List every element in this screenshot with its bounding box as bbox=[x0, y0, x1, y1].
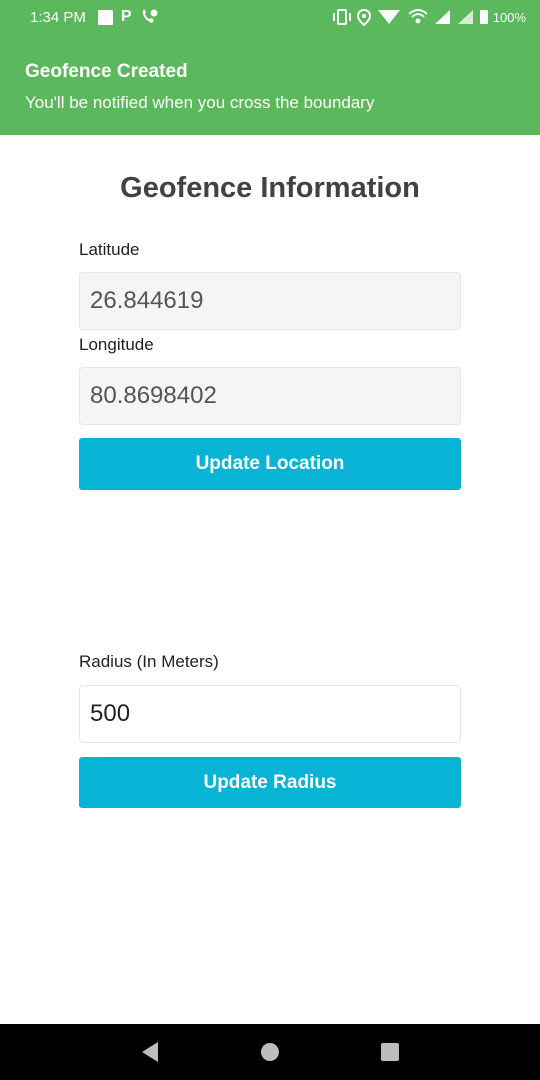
data-arrows-icon bbox=[407, 8, 429, 26]
square-notification-icon bbox=[97, 9, 113, 25]
status-left-icons: P bbox=[97, 8, 158, 26]
update-radius-button[interactable]: Update Radius bbox=[79, 757, 461, 808]
page-title: Geofence Information bbox=[120, 172, 420, 204]
phone-icon bbox=[140, 9, 158, 25]
status-time: 1:34 PM bbox=[30, 8, 86, 26]
latitude-label: Latitude bbox=[79, 240, 140, 259]
radius-input[interactable]: 500 bbox=[79, 685, 461, 743]
notification-subtitle: You'll be notified when you cross the bo… bbox=[25, 93, 375, 112]
parking-icon: P bbox=[120, 8, 132, 25]
notification-title: Geofence Created bbox=[25, 61, 188, 82]
longitude-field: 80.8698402 bbox=[79, 367, 461, 425]
status-right-icons: 100% bbox=[332, 8, 526, 26]
recents-icon[interactable] bbox=[375, 1037, 405, 1067]
radius-label: Radius (In Meters) bbox=[79, 652, 219, 671]
longitude-label: Longitude bbox=[79, 335, 154, 354]
vibrate-icon bbox=[332, 9, 352, 25]
signal-icon bbox=[434, 9, 452, 25]
back-icon[interactable] bbox=[135, 1037, 165, 1067]
geofence-notification[interactable]: Geofence Created You'll be notified when… bbox=[0, 34, 540, 135]
home-icon[interactable] bbox=[255, 1037, 285, 1067]
status-bar: 1:34 PM P 100% bbox=[0, 0, 540, 34]
update-location-button[interactable]: Update Location bbox=[79, 438, 461, 490]
navigation-bar bbox=[0, 1024, 540, 1080]
battery-icon bbox=[479, 10, 488, 24]
location-icon bbox=[356, 8, 371, 26]
battery-percent: 100% bbox=[492, 9, 526, 25]
wifi-icon bbox=[376, 9, 402, 25]
latitude-field: 26.844619 bbox=[79, 272, 461, 330]
signal2-icon bbox=[457, 9, 475, 25]
